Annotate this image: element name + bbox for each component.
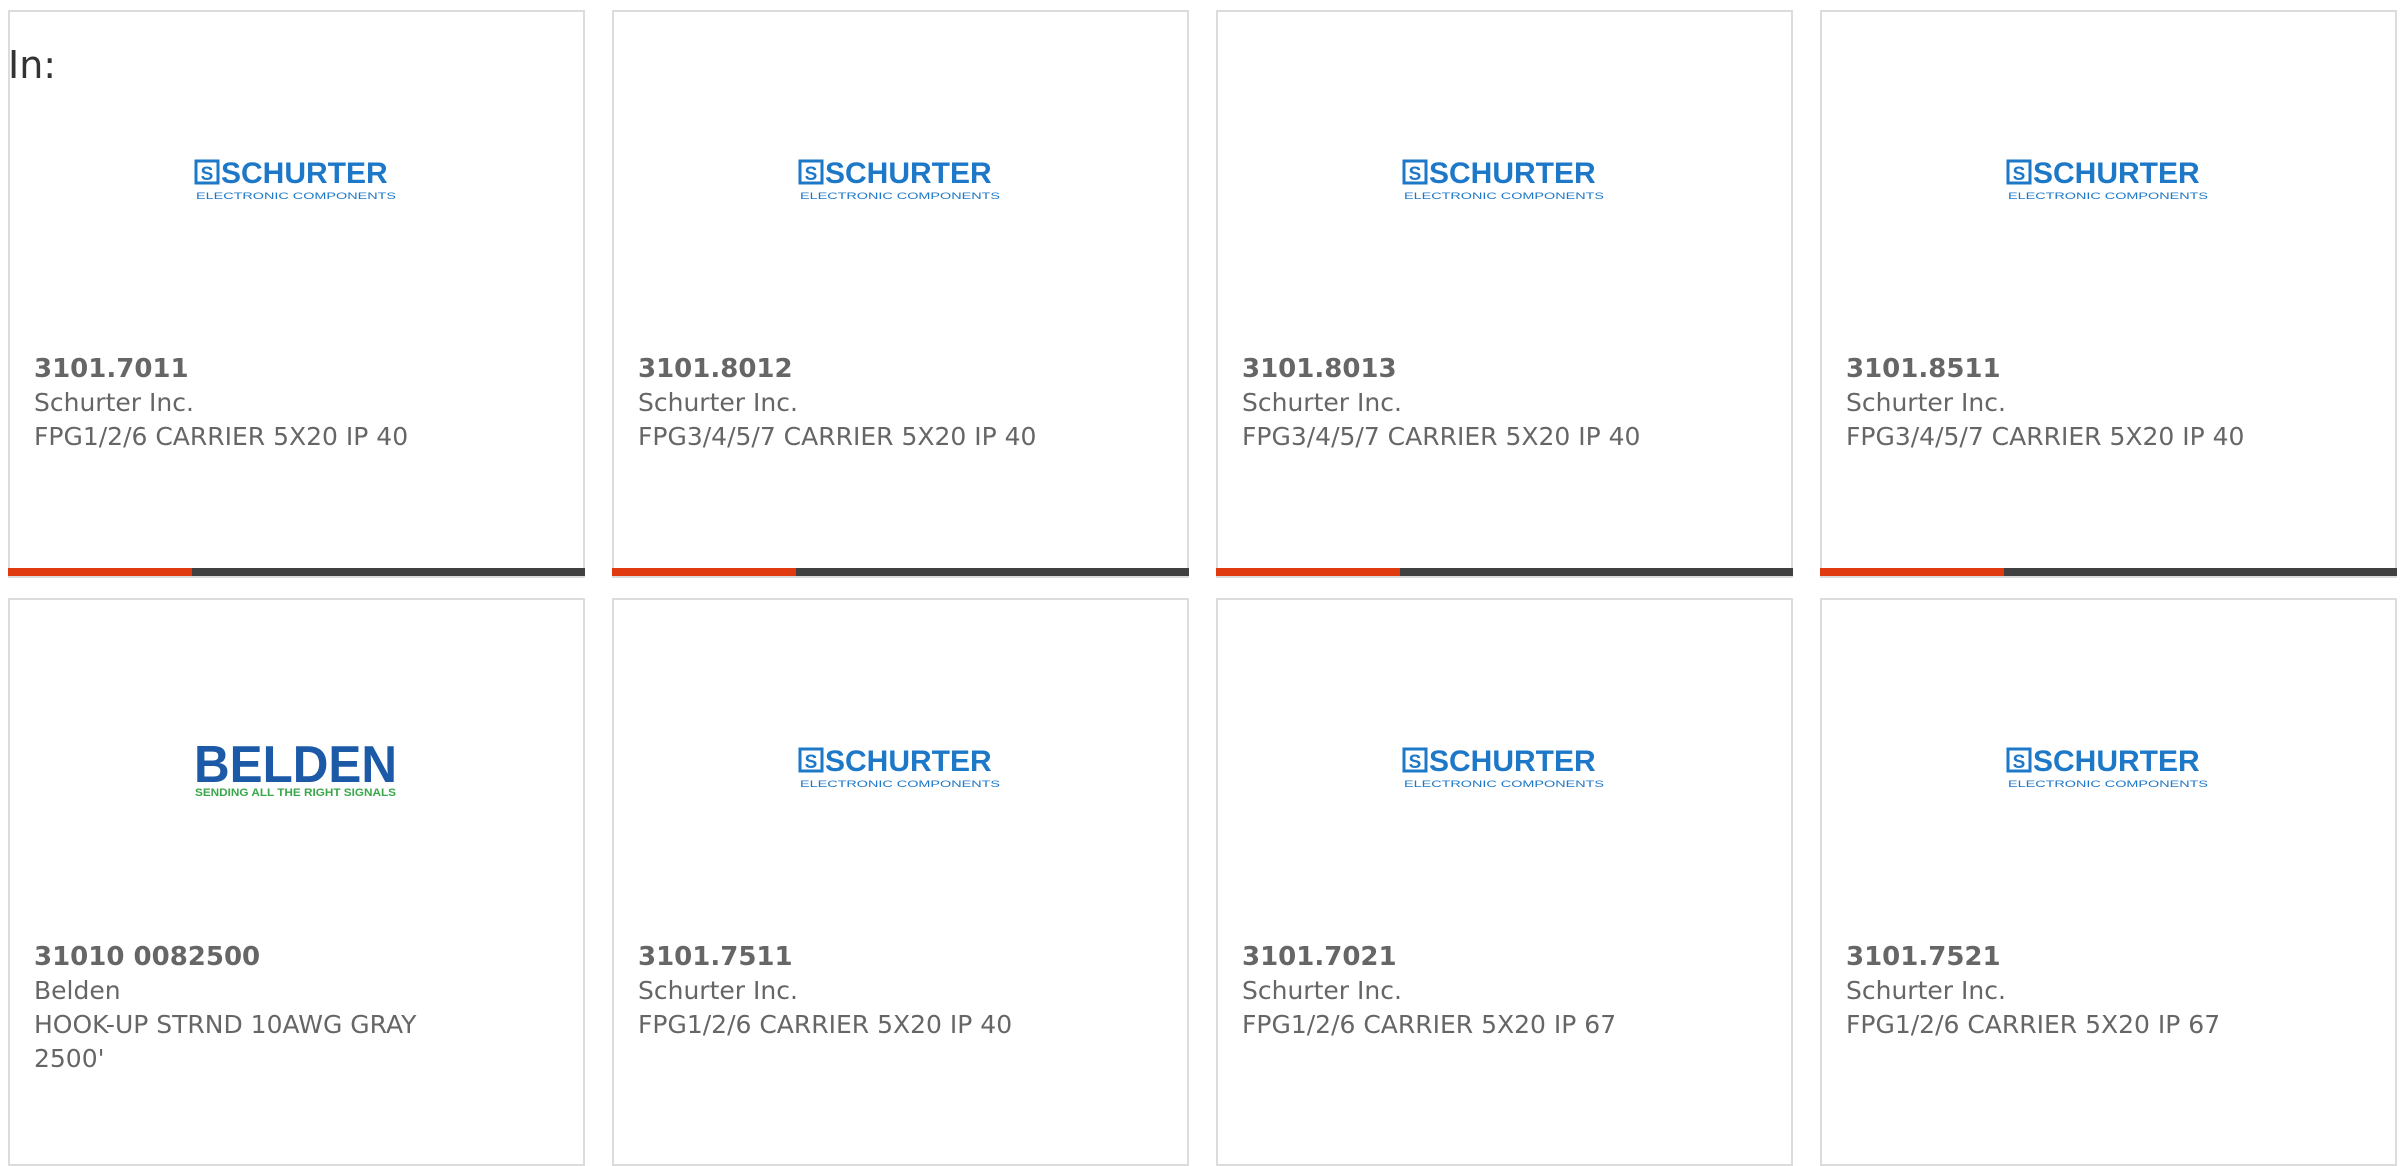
svg-text:S: S	[1409, 752, 1422, 773]
part-number[interactable]: 3101.7511	[638, 940, 1098, 974]
manufacturer-logo: S SCHURTER ELECTRONIC COMPONENTS	[1822, 745, 2395, 795]
product-card[interactable]: BELDEN SENDING ALL THE RIGHT SIGNALS 310…	[8, 598, 585, 1166]
product-info: 3101.7011 Schurter Inc. FPG1/2/6 CARRIER…	[34, 352, 494, 454]
schurter-logo: S SCHURTER ELECTRONIC COMPONENTS	[2006, 157, 2208, 201]
svg-text:S: S	[2013, 164, 2026, 185]
manufacturer-logo: S SCHURTER ELECTRONIC COMPONENTS	[1218, 745, 1791, 795]
product-card[interactable]: S SCHURTER ELECTRONIC COMPONENTS 3101.80…	[1216, 10, 1793, 578]
schurter-logo: S SCHURTER ELECTRONIC COMPONENTS	[194, 157, 396, 201]
manufacturer-name: Schurter Inc.	[1242, 388, 1402, 417]
part-number[interactable]: 3101.8013	[1242, 352, 1702, 386]
manufacturer-logo: S SCHURTER ELECTRONIC COMPONENTS	[1218, 157, 1791, 207]
product-card[interactable]: S SCHURTER ELECTRONIC COMPONENTS 3101.75…	[1820, 598, 2397, 1166]
manufacturer-logo: S SCHURTER ELECTRONIC COMPONENTS	[1822, 157, 2395, 207]
logo-wordmark: BELDEN	[194, 738, 397, 794]
logo-tagline: ELECTRONIC COMPONENTS	[1404, 779, 1604, 789]
product-info: 3101.8012 Schurter Inc. FPG3/4/5/7 CARRI…	[638, 352, 1098, 454]
logo-wordmark: SCHURTER	[825, 157, 992, 190]
page-heading: In:	[8, 43, 57, 87]
manufacturer-name: Schurter Inc.	[1846, 976, 2006, 1005]
part-number[interactable]: 31010 0082500	[34, 940, 494, 974]
logo-wordmark: SCHURTER	[825, 745, 992, 778]
schurter-logo: S SCHURTER ELECTRONIC COMPONENTS	[798, 745, 1000, 789]
part-number[interactable]: 3101.8511	[1846, 352, 2306, 386]
part-number[interactable]: 3101.8012	[638, 352, 1098, 386]
card-hover-bar-accent	[1820, 568, 2004, 576]
product-info: 3101.7021 Schurter Inc. FPG1/2/6 CARRIER…	[1242, 940, 1702, 1042]
logo-tagline: ELECTRONIC COMPONENTS	[2008, 191, 2208, 201]
logo-wordmark: SCHURTER	[1429, 157, 1596, 190]
product-description: FPG3/4/5/7 CARRIER 5X20 IP 40	[638, 422, 1037, 451]
svg-text:S: S	[1409, 164, 1422, 185]
manufacturer-name: Belden	[34, 976, 121, 1005]
manufacturer-name: Schurter Inc.	[1846, 388, 2006, 417]
product-card[interactable]: S SCHURTER ELECTRONIC COMPONENTS 3101.75…	[612, 598, 1189, 1166]
logo-tagline: ELECTRONIC COMPONENTS	[1404, 191, 1604, 201]
schurter-logo: S SCHURTER ELECTRONIC COMPONENTS	[1402, 157, 1604, 201]
manufacturer-name: Schurter Inc.	[1242, 976, 1402, 1005]
product-card[interactable]: S SCHURTER ELECTRONIC COMPONENTS 3101.85…	[1820, 10, 2397, 578]
schurter-logo: S SCHURTER ELECTRONIC COMPONENTS	[1402, 745, 1604, 789]
logo-tagline: SENDING ALL THE RIGHT SIGNALS	[195, 787, 396, 799]
schurter-logo: S SCHURTER ELECTRONIC COMPONENTS	[2006, 745, 2208, 789]
product-description: FPG3/4/5/7 CARRIER 5X20 IP 40	[1846, 422, 2245, 451]
svg-text:S: S	[201, 164, 214, 185]
product-card[interactable]: S SCHURTER ELECTRONIC COMPONENTS 3101.80…	[612, 10, 1189, 578]
manufacturer-logo: S SCHURTER ELECTRONIC COMPONENTS	[10, 157, 583, 207]
product-description: FPG1/2/6 CARRIER 5X20 IP 40	[34, 422, 409, 451]
manufacturer-logo: BELDEN SENDING ALL THE RIGHT SIGNALS	[10, 738, 583, 799]
logo-wordmark: SCHURTER	[2033, 745, 2200, 778]
product-description: HOOK-UP STRND 10AWG GRAY 2500'	[34, 1010, 417, 1073]
card-hover-bar-accent	[1216, 568, 1400, 576]
product-card[interactable]: S SCHURTER ELECTRONIC COMPONENTS 3101.70…	[8, 10, 585, 578]
logo-tagline: ELECTRONIC COMPONENTS	[800, 191, 1000, 201]
product-info: 31010 0082500 Belden HOOK-UP STRND 10AWG…	[34, 940, 494, 1076]
manufacturer-name: Schurter Inc.	[34, 388, 194, 417]
part-number[interactable]: 3101.7021	[1242, 940, 1702, 974]
product-info: 3101.7521 Schurter Inc. FPG1/2/6 CARRIER…	[1846, 940, 2306, 1042]
card-hover-bar	[8, 568, 585, 576]
logo-wordmark: SCHURTER	[2033, 157, 2200, 190]
product-description: FPG1/2/6 CARRIER 5X20 IP 40	[638, 1010, 1013, 1039]
logo-tagline: ELECTRONIC COMPONENTS	[800, 779, 1000, 789]
logo-tagline: ELECTRONIC COMPONENTS	[2008, 779, 2208, 789]
belden-logo: BELDEN SENDING ALL THE RIGHT SIGNALS	[194, 738, 397, 799]
card-hover-bar-accent	[612, 568, 796, 576]
manufacturer-logo: S SCHURTER ELECTRONIC COMPONENTS	[614, 745, 1187, 795]
manufacturer-logo: S SCHURTER ELECTRONIC COMPONENTS	[614, 157, 1187, 207]
svg-text:S: S	[805, 752, 818, 773]
product-description: FPG3/4/5/7 CARRIER 5X20 IP 40	[1242, 422, 1641, 451]
product-description: FPG1/2/6 CARRIER 5X20 IP 67	[1846, 1010, 2221, 1039]
logo-wordmark: SCHURTER	[1429, 745, 1596, 778]
product-card[interactable]: S SCHURTER ELECTRONIC COMPONENTS 3101.70…	[1216, 598, 1793, 1166]
part-number[interactable]: 3101.7521	[1846, 940, 2306, 974]
card-hover-bar	[612, 568, 1189, 576]
svg-text:S: S	[805, 164, 818, 185]
manufacturer-name: Schurter Inc.	[638, 388, 798, 417]
product-info: 3101.7511 Schurter Inc. FPG1/2/6 CARRIER…	[638, 940, 1098, 1042]
product-description: FPG1/2/6 CARRIER 5X20 IP 67	[1242, 1010, 1617, 1039]
product-info: 3101.8013 Schurter Inc. FPG3/4/5/7 CARRI…	[1242, 352, 1702, 454]
card-hover-bar	[1820, 568, 2397, 576]
logo-wordmark: SCHURTER	[221, 157, 388, 190]
product-grid: S SCHURTER ELECTRONIC COMPONENTS 3101.70…	[8, 10, 2400, 1166]
card-hover-bar-accent	[8, 568, 192, 576]
part-number[interactable]: 3101.7011	[34, 352, 494, 386]
manufacturer-name: Schurter Inc.	[638, 976, 798, 1005]
logo-tagline: ELECTRONIC COMPONENTS	[196, 191, 396, 201]
product-info: 3101.8511 Schurter Inc. FPG3/4/5/7 CARRI…	[1846, 352, 2306, 454]
card-hover-bar	[1216, 568, 1793, 576]
svg-text:S: S	[2013, 752, 2026, 773]
schurter-logo: S SCHURTER ELECTRONIC COMPONENTS	[798, 157, 1000, 201]
